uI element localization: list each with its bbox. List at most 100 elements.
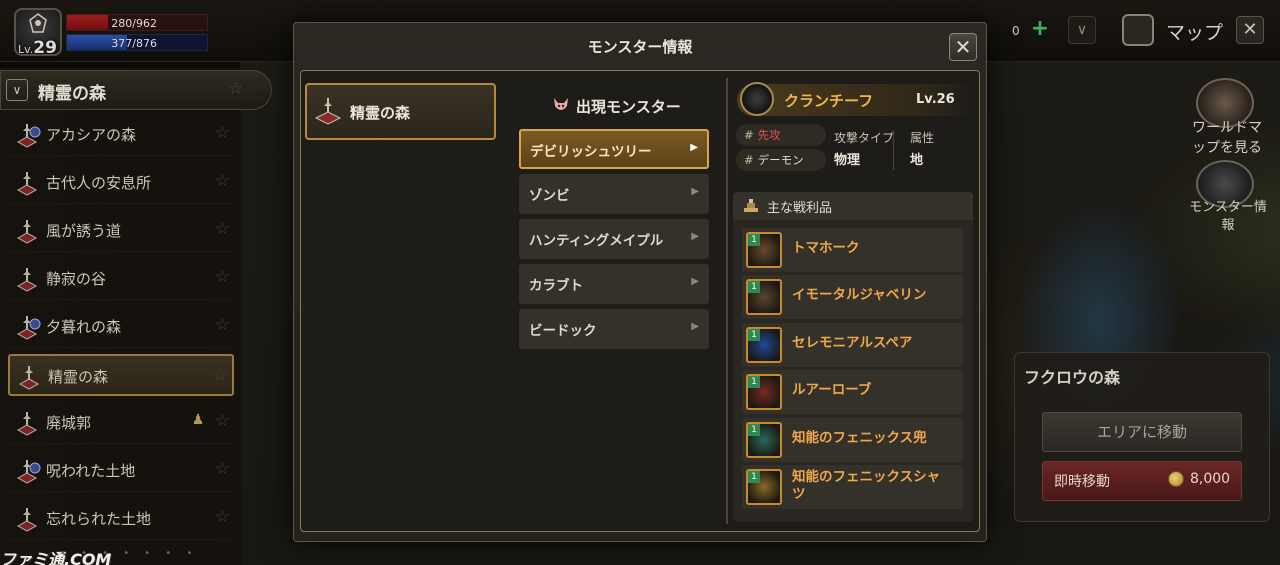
favorite-star-icon[interactable]: ☆ <box>213 365 228 385</box>
travel-destination: フクロウの森 <box>1024 368 1121 387</box>
instant-move-cost: 8,000 <box>1190 471 1231 487</box>
town-region-icon <box>16 460 41 484</box>
monster-name: ビードック <box>529 323 597 339</box>
favorite-star-icon[interactable]: ☆ <box>215 171 230 191</box>
favorite-star-icon[interactable]: ☆ <box>215 507 230 527</box>
region-item[interactable]: 忘れられた土地 ☆ <box>8 498 234 540</box>
favorite-star-icon[interactable]: ☆ <box>215 315 230 335</box>
field-region-icon <box>16 268 38 292</box>
item-icon: 1 <box>746 421 782 458</box>
boss-skull-icon <box>740 82 774 116</box>
region-list-title: 精霊の森 <box>38 84 106 104</box>
chevron-right-icon: ▶ <box>691 231 699 242</box>
attribute-label: 属性 <box>910 131 935 145</box>
monster-list-item[interactable]: カラブト ▶ <box>519 264 709 304</box>
chevron-right-icon: ▶ <box>691 276 699 287</box>
field-region-icon <box>16 172 38 196</box>
currency-count: 0 <box>1012 24 1020 38</box>
loot-item[interactable]: 1 セレモニアルスペア <box>742 322 963 367</box>
monster-list-item[interactable]: デビリッシュツリー ▶ <box>519 129 709 169</box>
chevron-right-icon: ▶ <box>691 321 699 332</box>
region-item[interactable]: 古代人の安息所 ☆ <box>8 162 234 204</box>
favorite-star-icon[interactable]: ☆ <box>215 123 230 143</box>
move-to-area-button[interactable]: エリアに移動 <box>1042 412 1242 452</box>
item-name: セレモニアルスペア <box>792 334 913 351</box>
item-name: トマホーク <box>792 240 860 256</box>
region-label: 呪われた土地 <box>46 462 136 480</box>
region-label: 古代人の安息所 <box>46 174 152 192</box>
field-region-icon <box>16 508 38 532</box>
hp-text: 280/962 <box>111 17 157 30</box>
add-currency-button[interactable]: + <box>1028 18 1052 42</box>
item-grade: 1 <box>748 376 760 389</box>
item-name: イモータルジャベリン <box>792 287 927 304</box>
tag-aggressive: # 先攻 <box>736 124 826 146</box>
region-label: 静寂の谷 <box>46 270 107 288</box>
page-dots: • • • • • • • <box>60 548 199 559</box>
item-icon: 1 <box>746 279 782 316</box>
attack-type-label: 攻撃タイプ <box>834 131 895 145</box>
item-icon: 1 <box>746 469 782 505</box>
favorite-star-icon[interactable]: ☆ <box>215 411 230 431</box>
boss-level: Lv.26 <box>916 92 955 107</box>
monster-info-button[interactable]: モンスター情報 <box>1180 199 1276 235</box>
gold-coin-icon <box>1168 471 1184 487</box>
loot-item[interactable]: 1 知能のフェニックス兜 <box>742 417 963 462</box>
field-region-icon <box>16 220 38 244</box>
map-icon[interactable] <box>1122 14 1154 46</box>
demon-head-icon <box>554 98 568 110</box>
region-label: アカシアの森 <box>46 126 137 144</box>
loot-header: 主な戦利品 <box>767 201 833 216</box>
chevron-down-icon[interactable]: ∨ <box>1068 16 1096 44</box>
close-map-button[interactable]: ✕ <box>1236 16 1264 44</box>
boss-marker-icon: ♟ <box>191 412 205 428</box>
region-item[interactable]: 夕暮れの森 ☆ <box>8 306 234 348</box>
close-icon[interactable]: ✕ <box>949 33 977 61</box>
field-region-icon <box>18 366 40 390</box>
loot-item[interactable]: 1 トマホーク <box>742 228 963 272</box>
area-tab-label: 精霊の森 <box>350 104 411 122</box>
field-region-icon <box>314 98 342 125</box>
town-region-icon <box>16 124 41 148</box>
loot-pile-icon <box>744 199 758 212</box>
player-level: Lv.29 <box>18 38 57 58</box>
hp-bar: 280/962 <box>66 14 208 31</box>
mp-text: 377/876 <box>111 37 157 50</box>
region-item[interactable]: 静寂の谷 ☆ <box>8 258 234 300</box>
map-title: マップ <box>1166 22 1224 44</box>
favorite-star-icon[interactable]: ☆ <box>215 459 230 479</box>
favorite-star-icon[interactable]: ☆ <box>228 79 243 99</box>
item-grade: 1 <box>748 423 760 436</box>
field-region-icon <box>16 412 38 436</box>
region-label: 忘れられた土地 <box>46 510 152 528</box>
loot-item[interactable]: 1 イモータルジャベリン <box>742 275 963 320</box>
attack-type-value: 物理 <box>834 153 861 168</box>
instant-move-label: 即時移動 <box>1054 474 1110 490</box>
class-emblem-icon <box>29 13 47 33</box>
region-label: 精霊の森 <box>48 368 109 386</box>
region-item[interactable]: 廃城郭 ♟ ☆ <box>8 402 234 444</box>
chevron-down-icon[interactable]: ∨ <box>6 79 28 101</box>
monster-list-item[interactable]: ゾンビ ▶ <box>519 174 709 214</box>
item-name: 知能のフェニックスシャツ <box>792 469 941 502</box>
loot-item[interactable]: 1 ルアーローブ <box>742 370 963 415</box>
loot-item[interactable]: 1 知能のフェニックスシャツ <box>742 465 963 509</box>
region-item[interactable]: 風が誘う道 ☆ <box>8 210 234 252</box>
item-icon: 1 <box>746 232 782 268</box>
region-item[interactable]: 呪われた土地 ☆ <box>8 450 234 492</box>
region-item[interactable]: 精霊の森 ☆ <box>8 354 234 396</box>
world-map-button[interactable]: ワールドマ ップを見る <box>1184 118 1270 158</box>
monster-list-item[interactable]: ハンティングメイプル ▶ <box>519 219 709 259</box>
favorite-star-icon[interactable]: ☆ <box>215 267 230 287</box>
region-label: 夕暮れの森 <box>46 318 122 336</box>
attr-divider <box>893 130 894 170</box>
modal-title: モンスター情報 <box>587 38 693 56</box>
region-item[interactable]: アカシアの森 ☆ <box>8 114 234 156</box>
attribute-value: 地 <box>910 153 924 168</box>
item-grade: 1 <box>748 234 760 246</box>
item-grade: 1 <box>748 328 760 341</box>
item-icon: 1 <box>746 374 782 411</box>
favorite-star-icon[interactable]: ☆ <box>215 219 230 239</box>
item-grade: 1 <box>748 471 760 483</box>
monster-list-item[interactable]: ビードック ▶ <box>519 309 709 349</box>
